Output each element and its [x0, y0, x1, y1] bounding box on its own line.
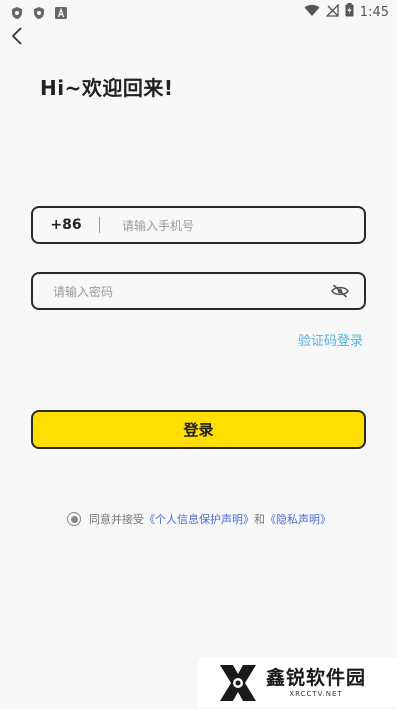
page-title: Hi~欢迎回来! — [40, 76, 174, 100]
agreement-row: 同意并接受 《个人信息保护声明》 和 《隐私声明》 — [67, 511, 331, 527]
status-bar: 1:45 — [0, 0, 397, 24]
agreement-radio[interactable] — [67, 512, 81, 526]
radio-dot — [70, 515, 78, 523]
shield-icon — [32, 5, 46, 19]
divider — [99, 217, 100, 233]
phone-input[interactable]: 请输入手机号 — [122, 217, 194, 234]
back-button[interactable] — [6, 26, 28, 50]
x-logo-icon — [216, 661, 260, 705]
phone-field[interactable]: +86 请输入手机号 — [31, 206, 366, 244]
eye-off-icon[interactable] — [330, 281, 350, 301]
battery-charging-icon — [345, 3, 354, 21]
code-login-link[interactable]: 验证码登录 — [298, 330, 363, 349]
a-icon — [54, 5, 68, 19]
watermark-url: XRCCTV.NET — [289, 690, 343, 698]
status-left — [10, 5, 68, 19]
watermark-text: 鑫锐软件园 XRCCTV.NET — [266, 667, 366, 698]
no-signal-icon — [325, 2, 339, 21]
agreement-prefix: 同意并接受 — [89, 513, 144, 526]
shield-icon — [10, 5, 24, 19]
privacy-protection-link[interactable]: 《个人信息保护声明》 — [144, 511, 254, 527]
login-button[interactable]: 登录 — [31, 410, 366, 449]
watermark-brand: 鑫锐软件园 — [266, 667, 367, 689]
chevron-left-icon — [11, 27, 23, 49]
password-field[interactable]: 请输入密码 — [31, 272, 366, 310]
clock-time: 1:45 — [359, 4, 389, 20]
privacy-statement-link[interactable]: 《隐私声明》 — [265, 511, 331, 527]
status-right: 1:45 — [304, 2, 389, 21]
watermark: 鑫锐软件园 XRCCTV.NET — [198, 658, 397, 707]
country-code[interactable]: +86 — [33, 217, 99, 233]
agreement-and: 和 — [254, 513, 265, 526]
wifi-icon — [304, 4, 320, 21]
password-input[interactable]: 请输入密码 — [53, 283, 330, 300]
